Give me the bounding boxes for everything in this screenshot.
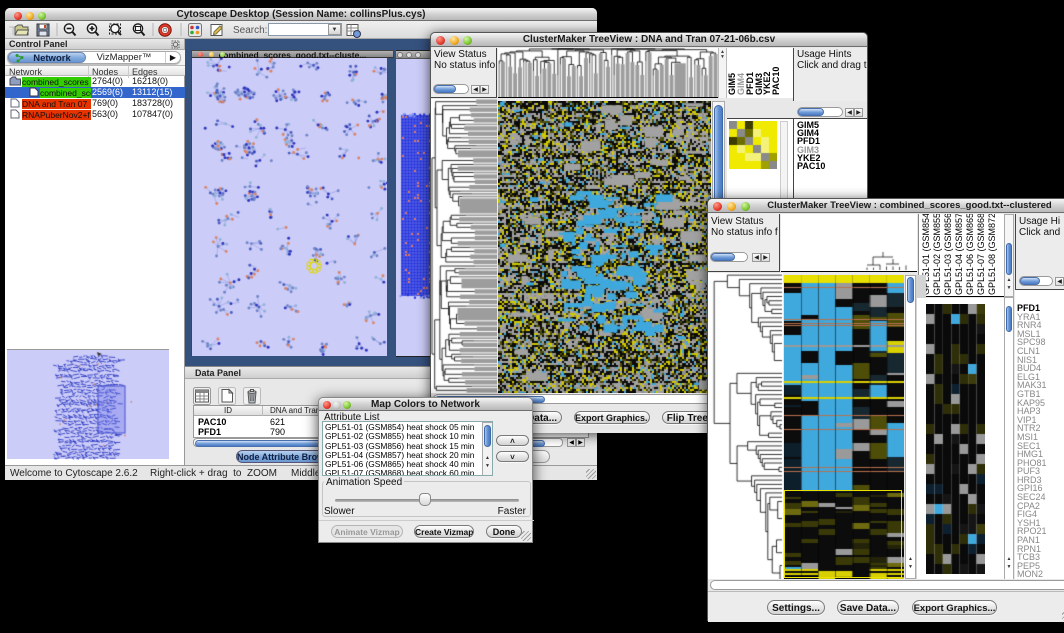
svg-text:Search:: Search: bbox=[233, 25, 267, 36]
